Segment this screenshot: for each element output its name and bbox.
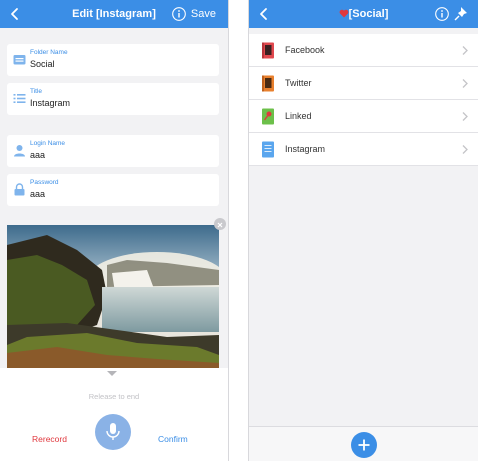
title-field[interactable]: Title Instagram (7, 83, 219, 115)
caret-down-icon[interactable] (107, 371, 117, 376)
close-icon (217, 222, 223, 228)
login-name-label: Login Name (30, 140, 66, 147)
title-label: Title (30, 88, 43, 95)
folder-icon (13, 55, 26, 65)
list-item-label: Facebook (285, 45, 325, 55)
record-button[interactable] (95, 414, 131, 450)
confirm-button[interactable]: Confirm (158, 434, 188, 444)
lock-icon (14, 183, 25, 196)
folder-screen: [Social] Facebook Twitter Linked Instagr… (248, 0, 478, 461)
microphone-icon (106, 423, 120, 440)
release-hint: Release to end (88, 392, 140, 401)
list-item-label: Linked (285, 111, 312, 121)
list-item-label: Twitter (285, 78, 312, 88)
rerecord-button[interactable]: Rerecord (32, 434, 67, 444)
chevron-right-icon (462, 145, 468, 154)
password-value: aaa (30, 189, 46, 199)
attached-photo[interactable] (7, 225, 219, 368)
list-item-instagram[interactable]: Instagram (249, 133, 478, 166)
nav-bar: [Social] (249, 0, 478, 28)
folder-name-label: Folder Name (30, 49, 68, 56)
list-icon (13, 94, 26, 103)
list-item-twitter[interactable]: Twitter (249, 67, 478, 100)
nav-bar: Edit [Instagram] Save (0, 0, 228, 28)
info-icon[interactable] (434, 6, 450, 22)
waterfall-landscape-photo (7, 225, 219, 368)
green-pin-note-icon (262, 108, 274, 125)
item-list: Facebook Twitter Linked Instagram (249, 34, 478, 166)
edit-screen: Edit [Instagram] Save Folder Name Social… (0, 0, 229, 461)
orange-book-icon (262, 75, 274, 92)
login-name-value: aaa (30, 150, 46, 160)
plus-icon (358, 439, 370, 451)
page-title: [Social] (348, 8, 389, 20)
user-icon (14, 145, 25, 157)
password-field[interactable]: Password aaa (7, 174, 219, 206)
chevron-right-icon (462, 112, 468, 121)
chevron-right-icon (462, 79, 468, 88)
list-item-facebook[interactable]: Facebook (249, 34, 478, 67)
login-name-field[interactable]: Login Name aaa (7, 135, 219, 167)
red-notebook-icon (262, 42, 274, 59)
blue-document-icon (262, 141, 274, 158)
bottom-toolbar (249, 426, 478, 461)
password-label: Password (30, 179, 59, 186)
list-item-linked[interactable]: Linked (249, 100, 478, 133)
folder-name-field[interactable]: Folder Name Social (7, 44, 219, 76)
list-item-label: Instagram (285, 144, 326, 154)
remove-photo-button[interactable] (214, 218, 226, 230)
add-item-button[interactable] (351, 432, 377, 458)
heart-icon (339, 9, 349, 18)
pin-icon[interactable] (452, 5, 470, 23)
chevron-right-icon (462, 46, 468, 55)
title-value: Instagram (30, 98, 71, 108)
save-button[interactable]: Save (191, 8, 216, 20)
info-icon[interactable] (171, 6, 187, 22)
voice-recorder-panel: Release to end Rerecord Confirm (0, 368, 228, 461)
folder-name-value: Social (30, 59, 55, 69)
